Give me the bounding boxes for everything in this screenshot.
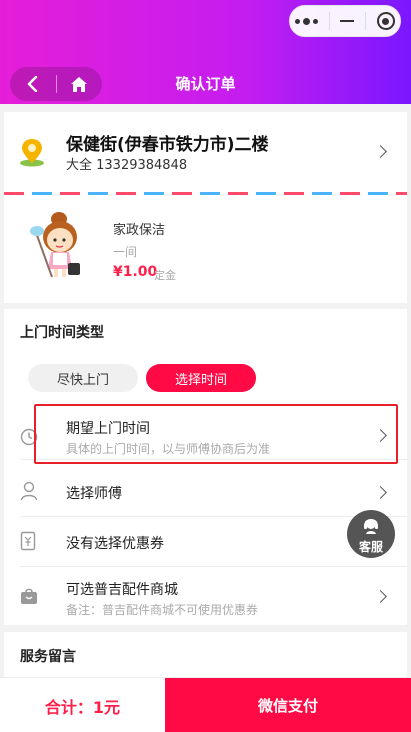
time-type-title: 上门时间类型 bbox=[20, 325, 104, 341]
more-dots-icon[interactable] bbox=[295, 17, 319, 25]
location-pin-icon bbox=[20, 139, 44, 167]
minimize-icon[interactable] bbox=[340, 20, 355, 22]
coupon-icon bbox=[20, 531, 36, 551]
wechat-pay-button[interactable]: 微信支付 bbox=[165, 678, 411, 732]
address-name: 保健街(伊春市铁力市)二楼 bbox=[66, 135, 269, 155]
parts-mall-title: 可选普吉配件商城 bbox=[66, 582, 178, 598]
address-contact: 大全 13329384848 bbox=[66, 158, 188, 173]
address-card[interactable]: 保健街(伊春市铁力市)二楼 大全 13329384848 bbox=[4, 112, 407, 197]
service-unit: 一间 bbox=[113, 245, 138, 259]
service-price: ¥1.00 bbox=[113, 264, 158, 280]
mini-program-capsule bbox=[289, 5, 401, 37]
parts-mall-note: 备注：普吉配件商城不可使用优惠券 bbox=[66, 603, 259, 617]
highlight-box bbox=[34, 404, 398, 464]
capsule-divider bbox=[328, 12, 330, 30]
coupon-label: 没有选择优惠券 bbox=[66, 536, 164, 552]
deposit-label: 定金 bbox=[154, 269, 176, 282]
cleaning-lady-image bbox=[30, 212, 80, 278]
headset-icon bbox=[364, 518, 378, 534]
person-icon bbox=[20, 481, 38, 501]
service-card: 家政保洁 一间 ¥1.00 定金 bbox=[4, 195, 407, 303]
order-total: 合计：1元 bbox=[44, 697, 121, 717]
bag-icon bbox=[21, 588, 37, 604]
bottom-bar: 合计：1元 微信支付 bbox=[0, 677, 411, 732]
service-name: 家政保洁 bbox=[113, 223, 166, 238]
service-message-title: 服务留言 bbox=[20, 649, 76, 665]
chevron-right-icon bbox=[374, 145, 387, 158]
select-worker-label: 选择师傅 bbox=[66, 486, 122, 502]
choose-time-option[interactable]: 选择时间 bbox=[146, 364, 256, 392]
header-bar: 确认订单 bbox=[0, 0, 411, 104]
customer-service-button[interactable]: 客服 bbox=[347, 510, 395, 558]
page-title: 确认订单 bbox=[175, 75, 236, 93]
select-worker-row[interactable]: 选择师傅 bbox=[4, 467, 407, 517]
capsule-divider bbox=[365, 12, 367, 30]
customer-service-label: 客服 bbox=[358, 540, 383, 554]
target-close-icon[interactable] bbox=[376, 12, 395, 30]
asap-option[interactable]: 尽快上门 bbox=[28, 364, 138, 392]
chevron-right-icon bbox=[374, 486, 387, 499]
chevron-right-icon bbox=[374, 590, 387, 603]
parts-mall-row[interactable]: 可选普吉配件商城 备注：普吉配件商城不可使用优惠券 bbox=[4, 567, 407, 625]
